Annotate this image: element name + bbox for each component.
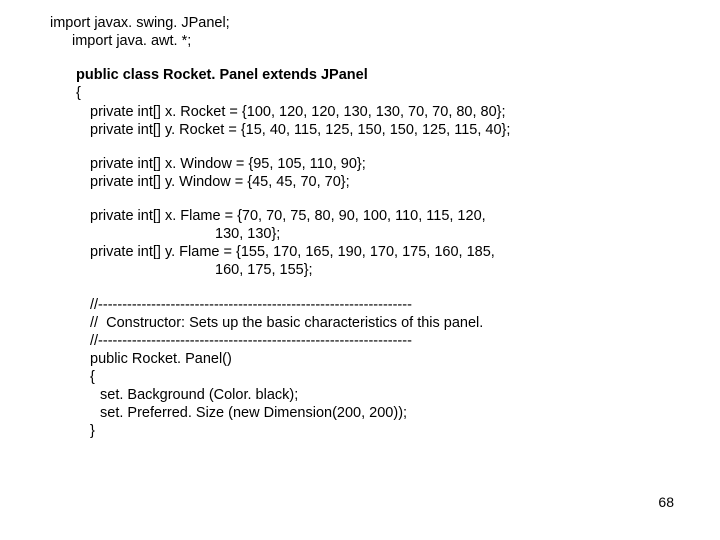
code-line: public Rocket. Panel()	[50, 350, 720, 368]
page-number: 68	[658, 494, 674, 510]
code-line: public class Rocket. Panel extends JPane…	[50, 66, 720, 84]
code-line: {	[50, 84, 720, 102]
comment-separator: //--------------------------------------…	[50, 296, 720, 314]
code-line: private int[] x. Flame = {70, 70, 75, 80…	[50, 207, 720, 225]
code-line: import java. awt. *;	[50, 32, 720, 50]
code-line: import javax. swing. JPanel;	[50, 14, 720, 32]
code-line: set. Background (Color. black);	[50, 386, 720, 404]
code-line: private int[] y. Rocket = {15, 40, 115, …	[50, 121, 720, 139]
code-slide: import javax. swing. JPanel; import java…	[0, 0, 720, 441]
code-line: private int[] x. Window = {95, 105, 110,…	[50, 155, 720, 173]
code-line: private int[] y. Window = {45, 45, 70, 7…	[50, 173, 720, 191]
code-line: private int[] x. Rocket = {100, 120, 120…	[50, 103, 720, 121]
code-line: private int[] y. Flame = {155, 170, 165,…	[50, 243, 720, 261]
code-line: set. Preferred. Size (new Dimension(200,…	[50, 404, 720, 422]
code-line: }	[50, 422, 720, 440]
code-line: {	[50, 368, 720, 386]
code-line: 130, 130};	[50, 225, 720, 243]
comment-separator: //--------------------------------------…	[50, 332, 720, 350]
code-line: 160, 175, 155};	[50, 261, 720, 279]
comment-line: // Constructor: Sets up the basic charac…	[50, 314, 720, 332]
